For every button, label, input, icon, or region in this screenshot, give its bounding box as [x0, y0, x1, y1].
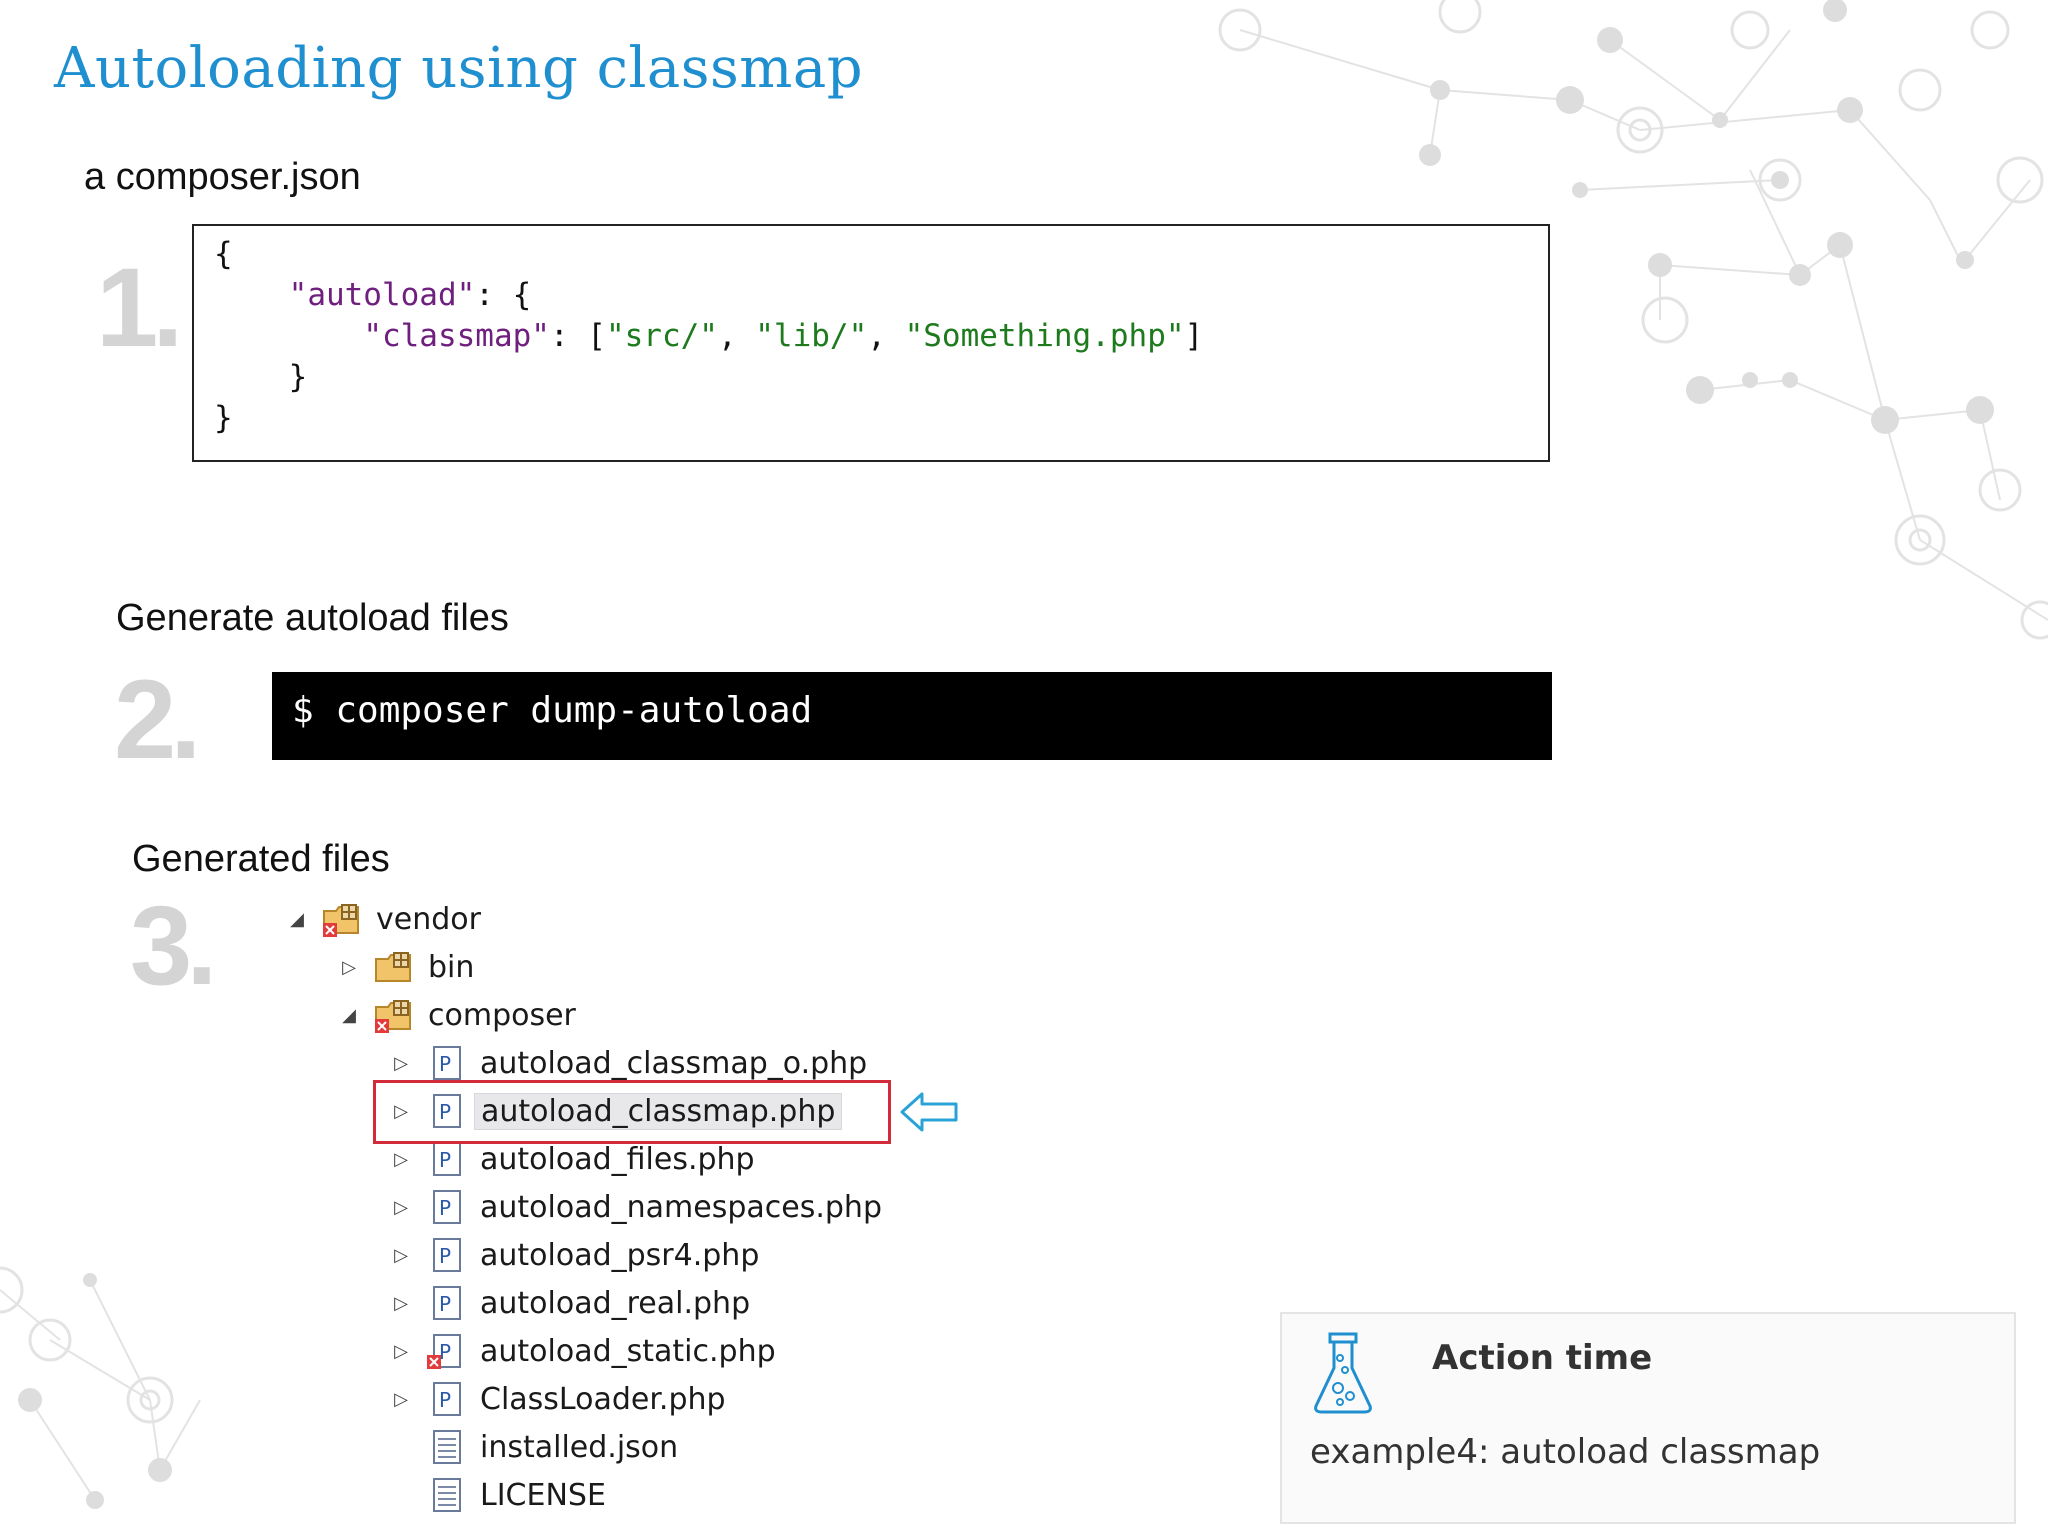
step-3-label: Generated files — [132, 838, 390, 880]
autoload-key: "autoload" — [288, 277, 476, 313]
php-file-icon: P — [426, 1381, 466, 1417]
package-folder-icon — [374, 949, 414, 985]
tree-node-vendor[interactable]: ◢ vendor — [282, 896, 481, 942]
svg-text:P: P — [439, 1244, 451, 1268]
src-string: "src/" — [605, 318, 718, 354]
code-content: { "autoload": { "classmap": ["src/", "li… — [214, 236, 1204, 436]
tree-file-label: ClassLoader.php — [480, 1381, 726, 1417]
terminal-command: $ composer dump-autoload — [272, 672, 1552, 760]
expand-triangle-icon[interactable]: ▷ — [386, 1341, 416, 1362]
svg-text:P: P — [439, 1196, 451, 1220]
tree-node-bin[interactable]: ▷ bin — [334, 944, 474, 990]
tree-node-composer[interactable]: ◢ composer — [334, 992, 576, 1038]
text-file-icon — [426, 1429, 466, 1465]
expand-triangle-icon[interactable]: ▷ — [386, 1197, 416, 1218]
package-folder-icon — [374, 997, 414, 1033]
tree-node-label: vendor — [376, 901, 481, 937]
step-2-number: 2. — [114, 657, 201, 782]
collapse-triangle-icon[interactable]: ◢ — [334, 1005, 364, 1026]
tree-file-label: autoload_files.php — [480, 1141, 755, 1177]
tree-file-classloader[interactable]: ▷ P ClassLoader.php — [386, 1376, 726, 1422]
php-file-icon: P — [426, 1189, 466, 1225]
expand-triangle-icon[interactable]: ▷ — [334, 957, 364, 978]
step-3-number: 3. — [130, 883, 217, 1008]
tree-node-label: composer — [428, 997, 576, 1033]
composer-json-code-block: { "autoload": { "classmap": ["src/", "li… — [192, 224, 1550, 462]
collapse-triangle-icon[interactable]: ◢ — [282, 909, 312, 930]
php-file-icon: P — [426, 1045, 466, 1081]
tree-file-autoload-psr4[interactable]: ▷ P autoload_psr4.php — [386, 1232, 759, 1278]
svg-text:P: P — [439, 1052, 451, 1076]
tree-file-label: autoload_classmap_o.php — [480, 1045, 868, 1081]
php-file-icon: P — [426, 1285, 466, 1321]
php-file-error-icon: P — [426, 1333, 466, 1369]
expand-triangle-icon[interactable]: ▷ — [386, 1389, 416, 1410]
text-file-icon — [426, 1477, 466, 1513]
step-1-number: 1. — [96, 245, 183, 370]
tree-file-label: autoload_real.php — [480, 1285, 751, 1321]
slide-title: Autoloading using classmap — [54, 36, 864, 101]
tree-file-label: LICENSE — [480, 1477, 606, 1513]
package-folder-icon — [322, 901, 362, 937]
step-2-label: Generate autoload files — [116, 597, 509, 639]
lib-string: "lib/" — [755, 318, 868, 354]
expand-triangle-icon[interactable]: ▷ — [386, 1293, 416, 1314]
svg-text:P: P — [439, 1388, 451, 1412]
tree-file-autoload-real[interactable]: ▷ P autoload_real.php — [386, 1280, 750, 1326]
php-file-icon: P — [426, 1141, 466, 1177]
action-time-card: Action time example4: autoload classmap — [1280, 1312, 2016, 1524]
svg-text:P: P — [439, 1292, 451, 1316]
action-text: example4: autoload classmap — [1310, 1432, 1821, 1472]
svg-text:P: P — [439, 1148, 451, 1172]
expand-triangle-icon[interactable]: ▷ — [386, 1053, 416, 1074]
highlight-box — [373, 1080, 891, 1144]
tree-file-label: installed.json — [480, 1429, 679, 1465]
tree-file-label: autoload_namespaces.php — [480, 1189, 882, 1225]
expand-triangle-icon[interactable]: ▷ — [386, 1149, 416, 1170]
tree-file-installed-json[interactable]: installed.json — [426, 1424, 678, 1470]
step-1-label: a composer.json — [84, 156, 361, 198]
php-file-icon: P — [426, 1237, 466, 1273]
classmap-key: "classmap" — [363, 318, 550, 354]
tree-file-autoload-namespaces[interactable]: ▷ P autoload_namespaces.php — [386, 1184, 882, 1230]
expand-triangle-icon[interactable]: ▷ — [386, 1245, 416, 1266]
action-title: Action time — [1432, 1338, 1653, 1378]
tree-file-label: autoload_psr4.php — [480, 1237, 760, 1273]
tree-file-autoload-static[interactable]: ▷ P autoload_static.php — [386, 1328, 776, 1374]
something-string: "Something.php" — [904, 318, 1185, 354]
flask-icon — [1314, 1332, 1372, 1414]
tree-file-license[interactable]: LICENSE — [426, 1472, 606, 1518]
left-arrow-icon — [900, 1092, 958, 1132]
tree-node-label: bin — [428, 949, 475, 985]
tree-file-label: autoload_static.php — [480, 1333, 776, 1369]
